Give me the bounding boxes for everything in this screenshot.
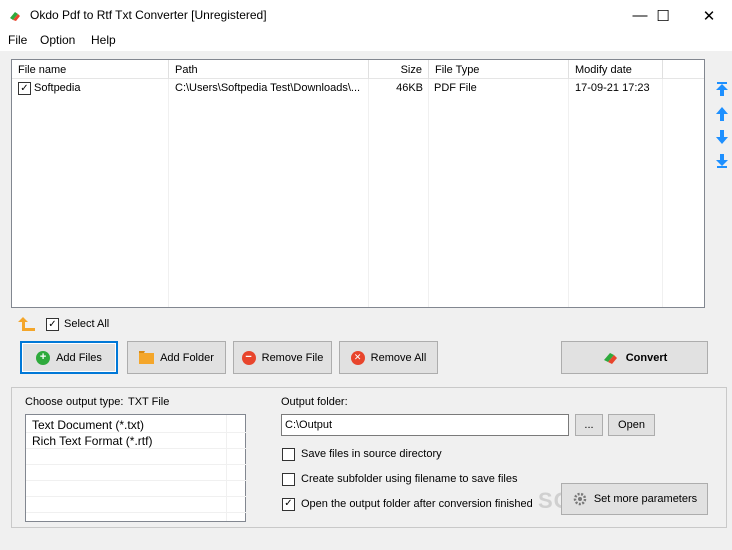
minus-icon: − xyxy=(241,350,256,365)
move-up-icon[interactable] xyxy=(714,106,730,122)
convert-icon xyxy=(603,352,617,364)
open-output-folder-label: Open the output folder after conversion … xyxy=(301,498,533,510)
column-header-filler xyxy=(663,60,704,79)
output-type-rtf[interactable]: Rich Text Format (*.rtf) xyxy=(32,434,152,448)
remove-all-button[interactable]: ✕ Remove All xyxy=(339,341,438,374)
list-divider xyxy=(26,464,246,465)
column-header-size[interactable]: Size xyxy=(369,60,429,79)
list-divider xyxy=(26,432,246,433)
file-list[interactable]: File name Path Size File Type Modify dat… xyxy=(11,59,705,308)
option-create-subfolder[interactable]: Create subfolder using filename to save … xyxy=(282,471,517,487)
save-in-source-checkbox[interactable] xyxy=(282,447,295,461)
maximize-button[interactable]: ☐ xyxy=(640,0,686,31)
list-divider xyxy=(26,496,246,497)
list-divider xyxy=(26,512,246,513)
output-folder-input[interactable] xyxy=(281,414,569,436)
move-to-top-icon[interactable] xyxy=(714,81,730,97)
open-output-folder-checkbox[interactable]: ✓ xyxy=(282,497,295,511)
create-subfolder-checkbox[interactable] xyxy=(282,472,295,486)
list-divider xyxy=(26,480,246,481)
open-button[interactable]: Open xyxy=(608,414,655,436)
move-down-icon[interactable] xyxy=(714,129,730,145)
output-type-list[interactable]: Text Document (*.txt) Rich Text Format (… xyxy=(25,414,246,522)
add-folder-button[interactable]: Add Folder xyxy=(127,341,226,374)
remove-all-label: Remove All xyxy=(370,351,427,364)
gear-icon xyxy=(573,492,587,506)
option-open-output-folder[interactable]: ✓ Open the output folder after conversio… xyxy=(282,496,533,512)
cell-path: C:\Users\Softpedia Test\Downloads\... xyxy=(175,82,361,94)
column-divider xyxy=(428,79,429,307)
output-type-value: TXT File xyxy=(128,396,170,408)
app-icon xyxy=(10,12,20,21)
output-type-txt[interactable]: Text Document (*.txt) xyxy=(32,418,144,432)
up-level-icon[interactable] xyxy=(18,316,36,332)
convert-button[interactable]: Convert xyxy=(561,341,708,374)
add-files-button[interactable]: + Add Files xyxy=(20,341,118,374)
set-more-parameters-label: Set more parameters xyxy=(593,493,698,505)
column-divider xyxy=(568,79,569,307)
cell-size: 46KB xyxy=(396,82,423,94)
create-subfolder-label: Create subfolder using filename to save … xyxy=(301,473,518,485)
add-icon: + xyxy=(36,350,51,365)
set-more-parameters-button[interactable]: Set more parameters xyxy=(561,483,708,515)
column-divider xyxy=(168,79,169,307)
select-all-label: Select All xyxy=(64,318,110,330)
close-button[interactable]: ✕ xyxy=(686,0,732,31)
list-divider xyxy=(26,448,246,449)
column-header-path[interactable]: Path xyxy=(169,60,369,79)
output-folder-label: Output folder: xyxy=(281,396,348,408)
folder-icon xyxy=(139,351,155,364)
column-header-file-type[interactable]: File Type xyxy=(429,60,569,79)
row-checkbox[interactable]: ✓ xyxy=(18,82,31,95)
save-in-source-label: Save files in source directory xyxy=(301,448,442,460)
cell-modify-date: 17-09-21 17:23 xyxy=(575,82,650,94)
column-divider xyxy=(368,79,369,307)
column-header-modify-date[interactable]: Modify date xyxy=(569,60,663,79)
window-title: Okdo Pdf to Rtf Txt Converter [Unregiste… xyxy=(30,8,267,22)
convert-label: Convert xyxy=(625,351,668,364)
list-divider xyxy=(226,415,227,521)
menu-file[interactable]: File xyxy=(8,33,27,47)
add-folder-label: Add Folder xyxy=(160,351,214,364)
remove-file-button[interactable]: − Remove File xyxy=(233,341,332,374)
remove-all-icon: ✕ xyxy=(350,350,365,365)
table-row[interactable]: ✓ Softpedia C:\Users\Softpedia Test\Down… xyxy=(12,79,704,98)
menu-help[interactable]: Help xyxy=(91,33,116,47)
browse-button[interactable]: ... xyxy=(575,414,603,436)
cell-file-type: PDF File xyxy=(434,82,477,94)
select-all-checkbox[interactable]: ✓ xyxy=(46,318,59,331)
menu-option[interactable]: Option xyxy=(40,33,75,47)
column-divider xyxy=(662,79,663,307)
output-type-label: Choose output type: xyxy=(25,396,124,408)
move-to-bottom-icon[interactable] xyxy=(714,153,730,169)
cell-file-name: Softpedia xyxy=(34,82,81,94)
option-save-in-source[interactable]: Save files in source directory xyxy=(282,446,442,462)
column-header-file-name[interactable]: File name xyxy=(12,60,169,79)
add-files-label: Add Files xyxy=(56,351,102,364)
remove-file-label: Remove File xyxy=(261,351,324,364)
